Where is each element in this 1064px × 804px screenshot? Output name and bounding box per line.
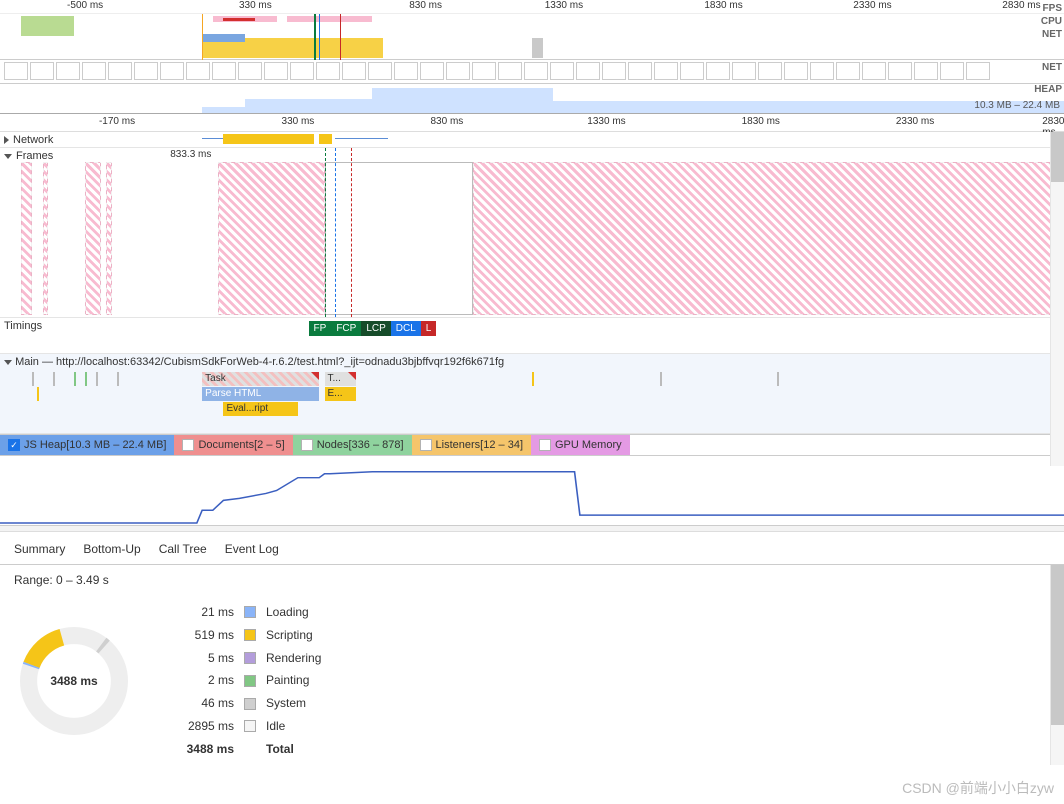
overview-body[interactable]	[0, 14, 1064, 60]
net-overview-strip: NET	[0, 60, 1064, 84]
range-label: Range: 0 – 3.49 s	[14, 573, 1050, 587]
collapse-icon[interactable]	[4, 360, 12, 365]
frame-duration-label: 833.3 ms	[170, 149, 211, 160]
counter-js-heap[interactable]: JS Heap[10.3 MB – 22.4 MB]	[0, 435, 174, 455]
watermark: CSDN @前端小小白zyw	[902, 778, 1054, 798]
flame-task-2[interactable]: T...	[325, 372, 357, 386]
frames-track[interactable]: Frames 833.3 ms	[0, 148, 1064, 318]
flame-e[interactable]: E...	[325, 387, 357, 401]
flame-evaluate-script[interactable]: Eval...ript	[223, 402, 297, 416]
network-track[interactable]: Network	[0, 132, 1064, 148]
flame-parse-html[interactable]: Parse HTML	[202, 387, 319, 401]
checkbox-icon[interactable]	[182, 439, 194, 451]
badge-load: L	[421, 321, 437, 336]
donut-total-label: 3488 ms	[14, 621, 134, 741]
details-tabs: Summary Bottom-Up Call Tree Event Log	[0, 532, 1064, 565]
tab-summary[interactable]: Summary	[14, 542, 65, 556]
main-thread-url: Main — http://localhost:63342/CubismSdkF…	[15, 356, 504, 368]
scrollbar-flamechart[interactable]	[1050, 132, 1064, 466]
heap-overview-strip: 10.3 MB – 22.4 MB HEAP	[0, 84, 1064, 114]
flame-task[interactable]: Task	[202, 372, 319, 386]
scrollbar[interactable]	[1050, 565, 1064, 765]
ov-tick: 2330 ms	[853, 0, 891, 11]
flamechart-ruler[interactable]: -170 ms 330 ms 830 ms 1330 ms 1830 ms 23…	[0, 114, 1064, 132]
ov-tick: 1330 ms	[545, 0, 583, 11]
counter-listeners[interactable]: Listeners[12 – 34]	[412, 435, 531, 455]
badge-fp: FP	[309, 321, 332, 336]
overview-ruler: -500 ms 330 ms 830 ms 1330 ms 1830 ms 23…	[0, 0, 1064, 14]
main-thread-track[interactable]: Main — http://localhost:63342/CubismSdkF…	[0, 354, 1064, 434]
tab-event-log[interactable]: Event Log	[225, 542, 279, 556]
ov-tick: -500 ms	[67, 0, 103, 11]
badge-fcp: FCP	[331, 321, 361, 336]
tab-bottom-up[interactable]: Bottom-Up	[83, 542, 140, 556]
ov-tick: 330 ms	[239, 0, 272, 11]
checkbox-icon[interactable]	[301, 439, 313, 451]
net-label: NET	[1042, 62, 1062, 73]
memory-counters-bar: JS Heap[10.3 MB – 22.4 MB] Documents[2 –…	[0, 434, 1064, 456]
counter-nodes[interactable]: Nodes[336 – 878]	[293, 435, 412, 455]
expand-icon[interactable]	[4, 136, 9, 144]
summary-panel: Range: 0 – 3.49 s 3488 ms 21 msLoading 5…	[0, 565, 1064, 765]
counter-documents[interactable]: Documents[2 – 5]	[174, 435, 292, 455]
timings-track[interactable]: Timings FPFCPLCPDCLL	[0, 318, 1064, 354]
overview-track-labels: FPS CPU NET	[1041, 2, 1062, 41]
summary-donut-chart: 3488 ms	[14, 621, 134, 741]
badge-lcp: LCP	[361, 321, 390, 336]
timing-badges: FPFCPLCPDCLL	[309, 320, 437, 336]
heap-label: HEAP	[1034, 84, 1062, 95]
heap-range-label: 10.3 MB – 22.4 MB	[974, 100, 1060, 111]
ov-tick: 830 ms	[409, 0, 442, 11]
tab-call-tree[interactable]: Call Tree	[159, 542, 207, 556]
counter-gpu[interactable]: GPU Memory	[531, 435, 630, 455]
checkbox-icon[interactable]	[8, 439, 20, 451]
collapse-icon[interactable]	[4, 154, 12, 159]
checkbox-icon[interactable]	[420, 439, 432, 451]
badge-dcl: DCL	[391, 321, 421, 336]
checkbox-icon[interactable]	[539, 439, 551, 451]
heap-graph[interactable]	[0, 456, 1064, 526]
ov-tick: 1830 ms	[704, 0, 742, 11]
overview-pane[interactable]: -500 ms 330 ms 830 ms 1330 ms 1830 ms 23…	[0, 0, 1064, 60]
summary-legend: 21 msLoading 519 msScripting 5 msRenderi…	[174, 601, 321, 761]
ov-tick: 2830 ms	[1002, 0, 1040, 11]
